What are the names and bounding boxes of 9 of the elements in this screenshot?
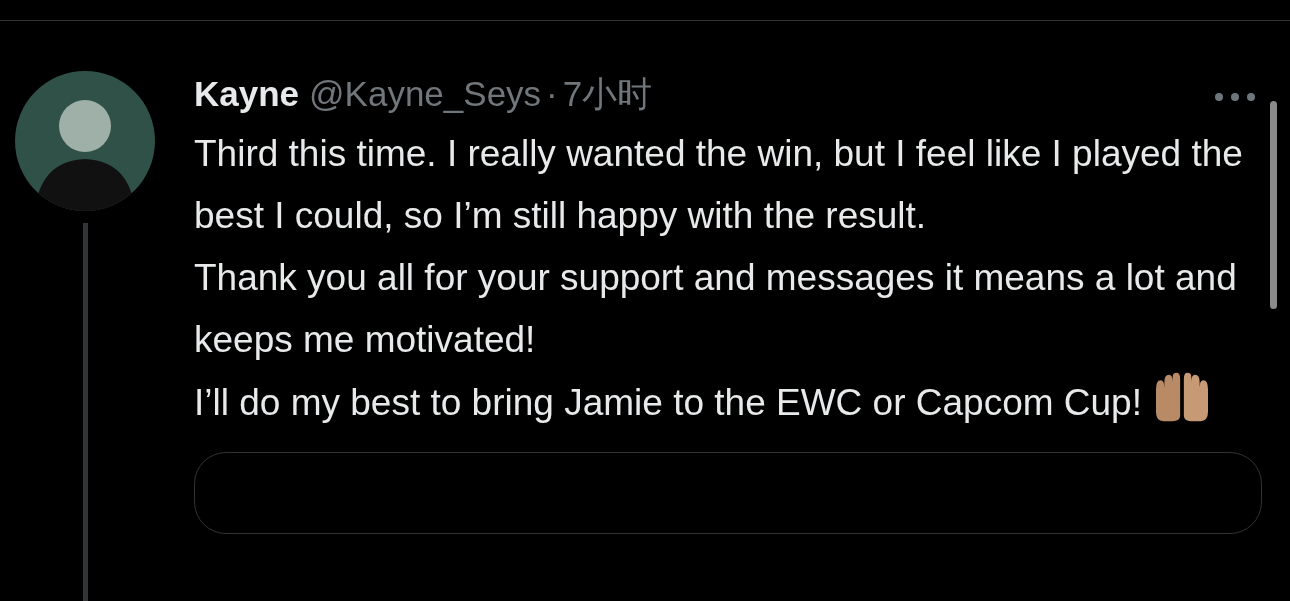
author-name[interactable]: Kayne [194,74,300,114]
more-icon[interactable] [1214,91,1256,103]
separator: · [546,74,558,114]
tweet-text: I’ll do my best to bring Jamie to the EWC or Capcom Cup! [194,382,1142,423]
tweet-text: Thank you all for your support and messages it means a lot and keeps me motivated! [194,257,1237,360]
timestamp[interactable]: 7小时 [562,71,653,118]
scrollbar[interactable] [1270,101,1277,309]
tweet-text: Third this time. I really wanted the win, but I feel like I played the best I could, so I’m still happy with the result. [194,133,1243,236]
author-handle[interactable]: @Kayne_Seys [309,74,542,114]
